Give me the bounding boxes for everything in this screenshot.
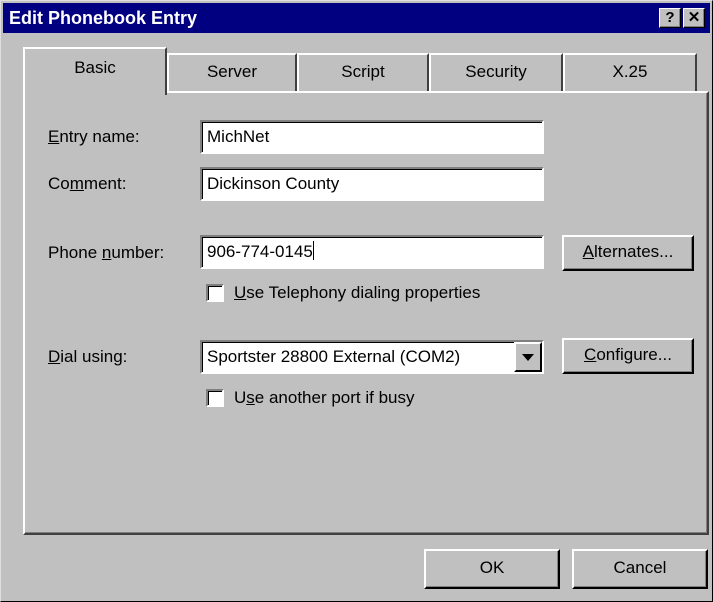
ok-button-label: OK [479,558,505,577]
use-telephony-checkbox[interactable] [206,284,224,302]
comment-label: Comment: [48,174,127,193]
help-button[interactable]: ? [659,8,681,28]
tab-basic[interactable]: Basic [23,47,167,95]
ok-button[interactable]: OK [424,549,560,589]
close-button[interactable]: ✕ [683,8,705,28]
tab-server[interactable]: Server [167,53,297,91]
alternates-button[interactable]: Alternates... [562,235,694,271]
tab-security-label: Security [465,62,527,81]
use-another-port-label[interactable]: Use another port if busy [234,388,415,408]
configure-button[interactable]: Configure... [562,338,694,374]
tab-server-label: Server [206,62,258,81]
entry-name-field[interactable]: MichNet [200,120,544,154]
help-icon: ? [665,9,675,26]
tab-security[interactable]: Security [429,53,563,91]
chevron-down-icon [522,354,534,361]
use-another-port-checkbox[interactable] [206,389,224,407]
cancel-button-label: Cancel [613,558,667,577]
tab-x25[interactable]: X.25 [563,53,697,91]
dial-using-label: Dial using: [48,347,128,366]
entry-name-value: MichNet [207,127,270,146]
dialog-window: Edit Phonebook Entry ? ✕ Basic Server Sc… [0,0,713,602]
comment-field[interactable]: Dickinson County [200,167,544,201]
cancel-button[interactable]: Cancel [572,549,708,589]
dial-using-select[interactable]: Sportster 28800 External (COM2) [200,340,544,374]
entry-name-label: Entry name: [48,127,140,146]
tab-x25-label: X.25 [612,62,648,81]
title-bar[interactable]: Edit Phonebook Entry ? ✕ [3,3,710,33]
close-icon: ✕ [687,9,701,26]
window-title: Edit Phonebook Entry [9,8,198,28]
tab-script-label: Script [341,62,385,81]
tab-panel-basic [23,91,709,535]
use-telephony-label[interactable]: Use Telephony dialing properties [234,283,480,303]
phone-number-field[interactable]: 906-774-0145 [200,235,544,269]
dial-using-dropdown-button[interactable] [514,342,542,372]
phone-number-value: 906-774-0145 [207,242,313,261]
phone-number-label: Phone number: [48,243,165,262]
dial-using-value: Sportster 28800 External (COM2) [207,347,461,366]
tab-script[interactable]: Script [297,53,429,91]
text-caret [312,241,314,260]
comment-value: Dickinson County [207,174,340,193]
tab-basic-label: Basic [74,58,116,77]
